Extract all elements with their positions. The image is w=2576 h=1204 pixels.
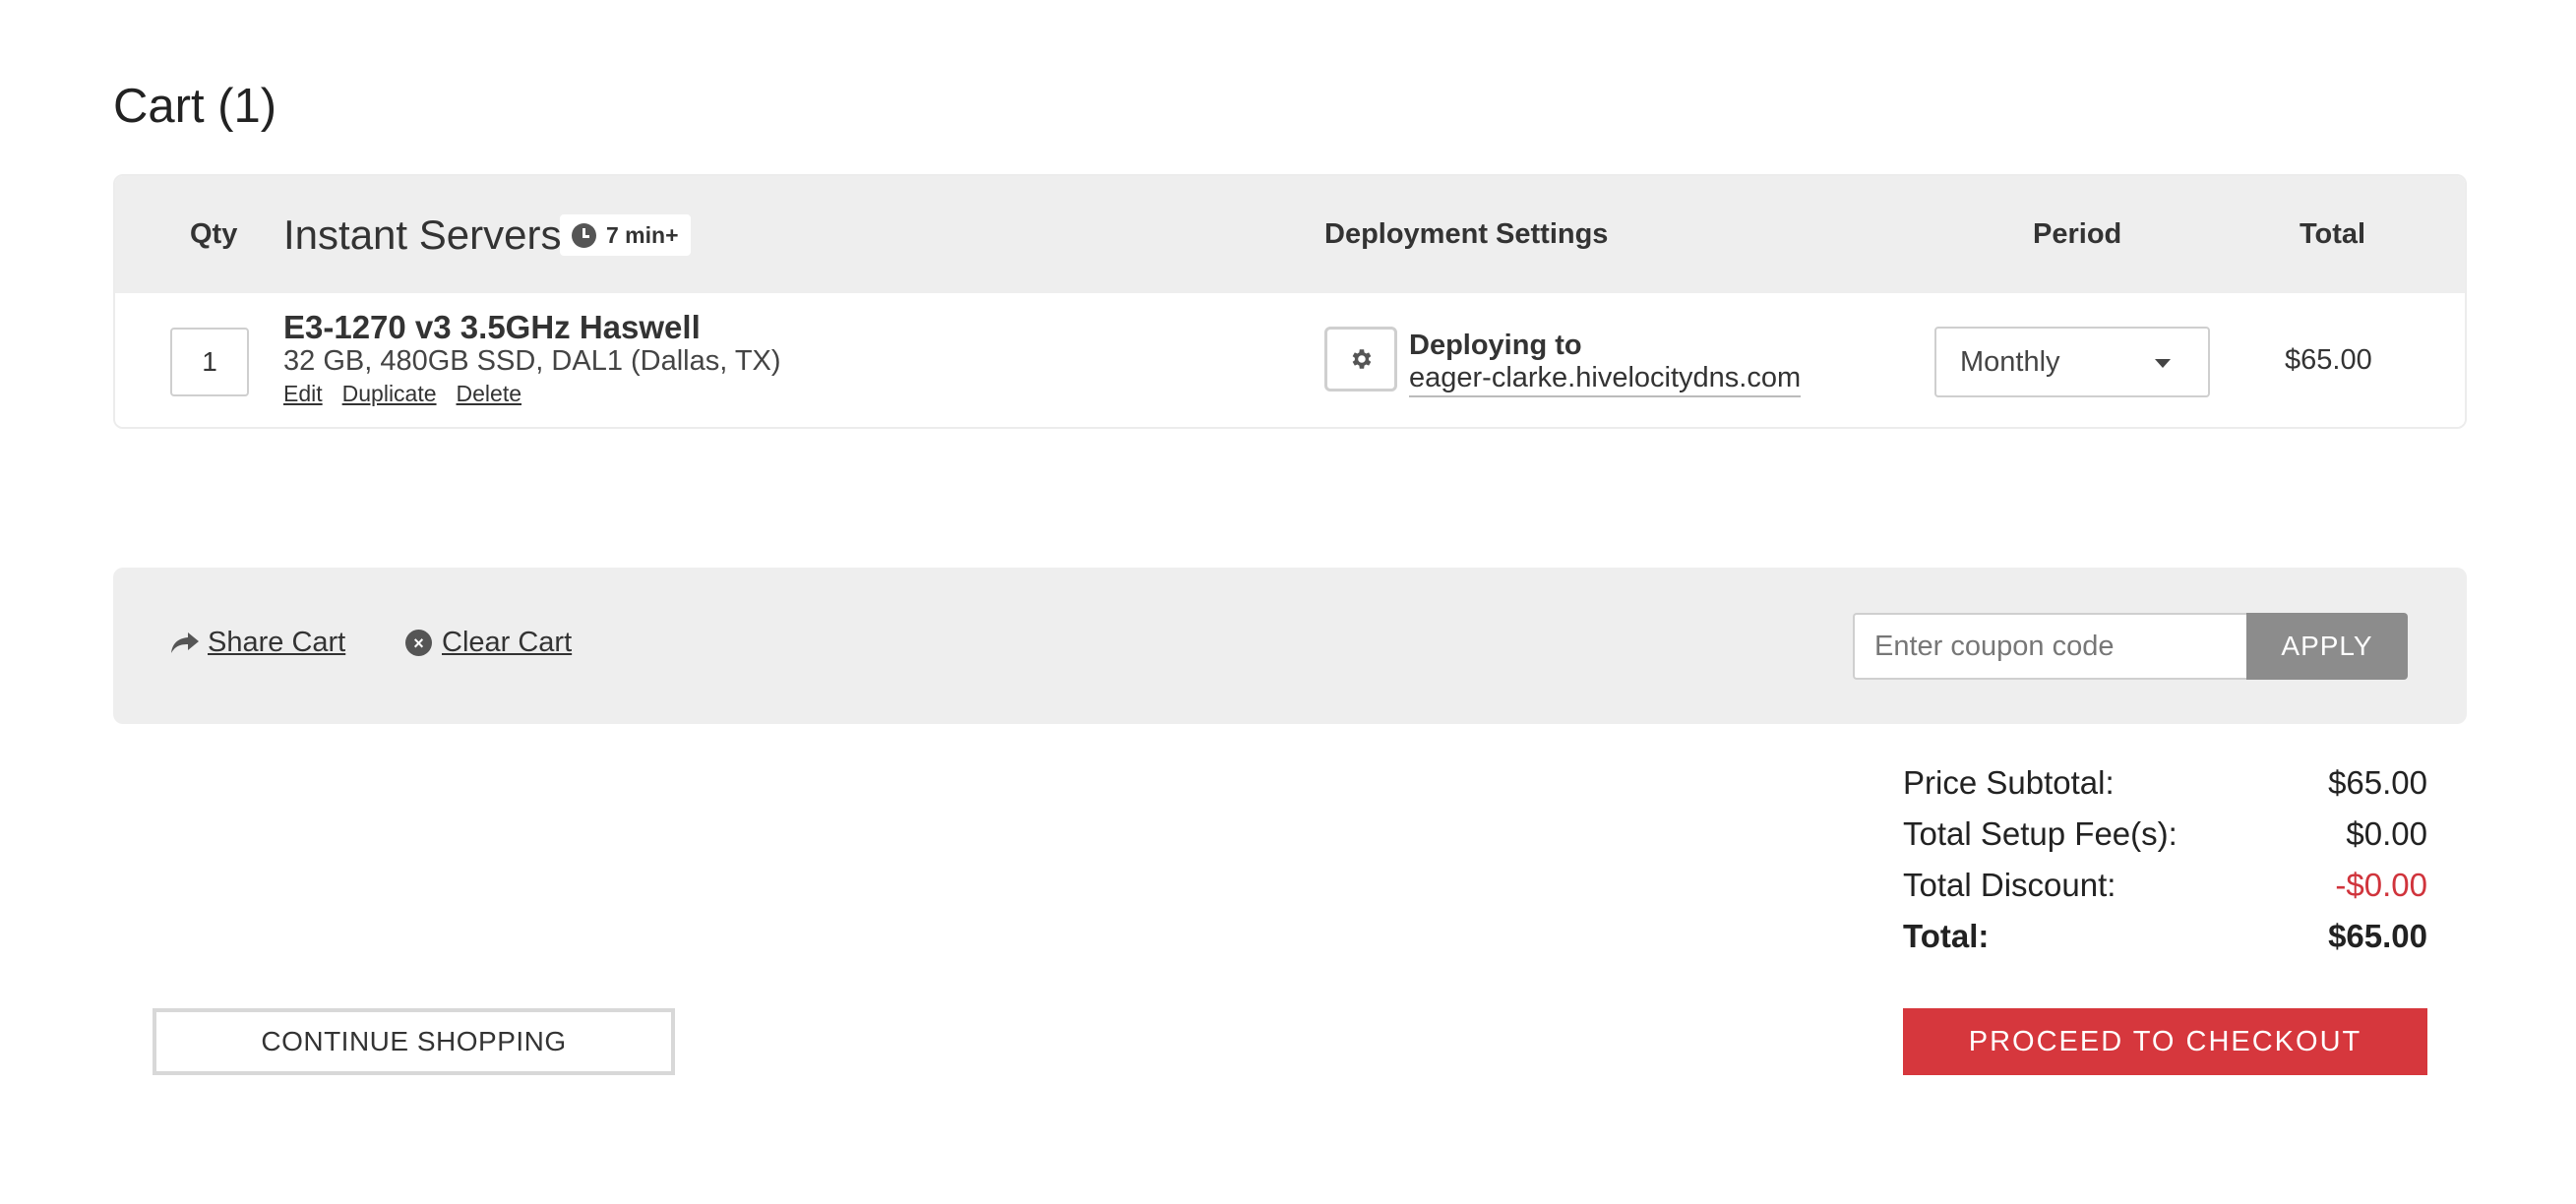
period-header: Period [2033,218,2122,250]
deployment-settings-button[interactable] [1324,327,1397,391]
gear-icon [1352,349,1372,369]
duplicate-link[interactable]: Duplicate [342,381,437,407]
subtotal-value: $65.00 [2328,764,2427,801]
total-label: Total: [1903,918,1990,954]
total-header: Total [2300,218,2366,250]
apply-coupon-button[interactable]: APPLY [2246,613,2408,680]
setup-fee-row: Total Setup Fee(s): $0.00 [1903,815,2427,867]
page-title: Cart (1) [113,80,277,133]
share-arrow-icon [171,632,199,653]
subtotal-row: Price Subtotal: $65.00 [1903,764,2427,815]
cart-actions-bar: Share Cart × Clear Cart APPLY [113,568,2467,724]
product-name: E3-1270 v3 3.5GHz Haswell [283,309,701,345]
chevron-down-icon [2155,359,2171,368]
continue-shopping-button[interactable]: CONTINUE SHOPPING [153,1008,675,1075]
total-value: $65.00 [2328,918,2427,954]
product-spec: 32 GB, 480GB SSD, DAL1 (Dallas, TX) [283,345,781,377]
deploy-time-label: 7 min+ [606,221,679,248]
cart-table: Qty Instant Servers 7 min+ Deployment Se… [113,174,2467,429]
coupon-input[interactable] [1853,613,2246,680]
delete-link[interactable]: Delete [457,381,521,407]
deployment-header: Deployment Settings [1324,218,1609,250]
period-select[interactable]: Monthly [1934,327,2210,397]
cart-item-row: E3-1270 v3 3.5GHz Haswell 32 GB, 480GB S… [115,293,2465,427]
setup-fee-label: Total Setup Fee(s): [1903,815,2177,852]
order-summary: Price Subtotal: $65.00 Total Setup Fee(s… [1903,764,2427,969]
total-row: Total: $65.00 [1903,918,2427,969]
period-value: Monthly [1960,345,2060,378]
clock-icon [572,222,596,248]
edit-link[interactable]: Edit [283,381,323,407]
quantity-input[interactable] [170,328,249,396]
deploy-time-badge: 7 min+ [560,214,691,256]
share-cart-link[interactable]: Share Cart [170,627,345,659]
discount-row: Total Discount: -$0.00 [1903,867,2427,918]
deploy-title: Deploying to [1409,330,1582,361]
discount-label: Total Discount: [1903,867,2116,903]
cart-header: Qty Instant Servers 7 min+ Deployment Se… [115,176,2465,293]
discount-value: -$0.00 [2335,867,2427,903]
item-actions: Edit Duplicate Delete [283,381,521,407]
proceed-to-checkout-button[interactable]: PROCEED TO CHECKOUT [1903,1008,2427,1075]
subtotal-label: Price Subtotal: [1903,764,2115,801]
product-header: Instant Servers [283,211,562,258]
clear-cart-link[interactable]: × Clear Cart [405,627,572,659]
clear-cart-label: Clear Cart [442,627,573,658]
setup-fee-value: $0.00 [2346,815,2427,852]
deploy-hostname[interactable]: eager-clarke.hivelocitydns.com [1409,362,1802,397]
qty-header: Qty [190,218,238,250]
item-total: $65.00 [2285,344,2372,376]
share-cart-label: Share Cart [208,627,346,658]
close-circle-icon: × [405,630,432,656]
